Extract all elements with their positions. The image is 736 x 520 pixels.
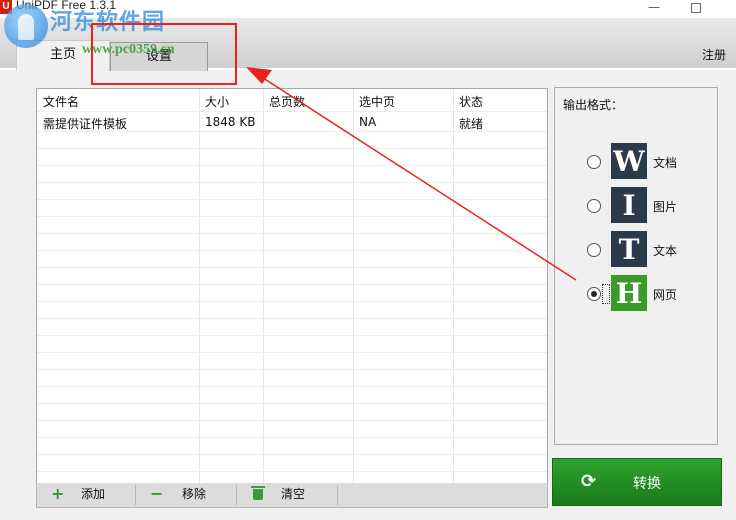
row-divider [37,148,547,149]
minimize-button[interactable]: — [634,0,674,16]
format-option-document[interactable]: W 文档 [555,142,717,182]
row-divider [37,182,547,183]
radio-document[interactable] [587,155,601,169]
column-header-size[interactable]: 大小 [205,93,229,110]
remove-label: 移除 [182,487,207,501]
row-divider [37,267,547,268]
format-label-image: 图片 [653,200,678,214]
row-divider [37,199,547,200]
add-button[interactable]: + 添加 [37,483,135,507]
row-divider [37,454,547,455]
row-divider [37,369,547,370]
row-divider [37,233,547,234]
row-divider [37,420,547,421]
row-divider [37,335,547,336]
row-divider [37,111,547,112]
minus-icon: − [150,484,164,503]
refresh-icon: ⟳ [581,471,597,492]
cell-selected: NA [359,115,377,129]
format-label-text: 文本 [653,244,678,258]
format-label-webpage: 网页 [653,288,678,302]
convert-label: 转换 [633,476,661,492]
clear-label: 清空 [281,487,306,501]
row-divider [37,131,547,132]
text-format-icon: T [611,231,647,267]
row-divider [37,284,547,285]
row-divider [37,318,547,319]
watermark-logo [4,4,48,48]
column-header-pages[interactable]: 总页数 [269,93,305,110]
output-format-panel: 输出格式： W 文档 I 图片 T 文本 H 网页 [554,87,718,445]
row-divider [37,437,547,438]
row-divider [37,250,547,251]
plus-icon: + [51,484,65,503]
html-format-icon: H [611,275,647,311]
watermark-url: www.pc0359.cn [82,42,175,57]
format-option-image[interactable]: I 图片 [555,186,717,226]
column-header-selected[interactable]: 选中页 [359,93,395,110]
row-divider [37,165,547,166]
add-label: 添加 [81,487,106,501]
cell-status: 就绪 [459,117,484,131]
toolbar-divider [337,485,338,505]
convert-button[interactable]: ⟳ 转换 [552,458,722,506]
register-link[interactable]: 注册 [702,46,726,63]
cell-filename: 需提供证件模板 [43,117,128,131]
trash-icon [251,486,265,500]
row-divider [37,352,547,353]
column-header-status[interactable]: 状态 [459,93,483,110]
radio-text[interactable] [587,243,601,257]
list-toolbar: + 添加 − 移除 清空 [36,483,548,508]
format-option-text[interactable]: T 文本 [555,230,717,270]
file-list-table[interactable]: 文件名 大小 总页数 选中页 状态 需提供证件模板 1848 KB NA 就绪 [36,88,548,484]
remove-button[interactable]: − 移除 [136,483,236,507]
format-label-document: 文档 [653,156,678,170]
maximize-icon [691,3,701,13]
row-divider [37,301,547,302]
row-divider [37,386,547,387]
column-header-filename[interactable]: 文件名 [43,93,79,110]
radio-image[interactable] [587,199,601,213]
clear-button[interactable]: 清空 [237,483,337,507]
word-doc-icon: W [611,143,647,179]
output-format-title: 输出格式： [563,98,624,112]
maximize-button[interactable] [676,0,716,16]
row-divider [37,403,547,404]
image-format-icon: I [611,187,647,223]
watermark-site-name: 河东软件园 [50,10,166,35]
radio-webpage[interactable] [587,287,601,301]
format-option-webpage[interactable]: H 网页 [555,274,717,314]
cell-size: 1848 KB [205,115,256,129]
row-divider [37,471,547,472]
row-divider [37,216,547,217]
focus-indicator [602,284,610,304]
